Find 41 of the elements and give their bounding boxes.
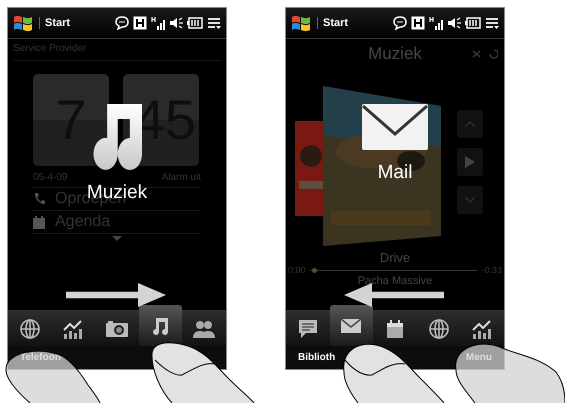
chat-bubble-icon [115,16,129,30]
speaker-icon [169,16,183,30]
calendar-icon [384,318,405,338]
envelope-icon [362,104,428,150]
left-softkey[interactable]: Biblioth [298,352,336,363]
music-title: Muziek [367,44,423,64]
hsdpa-icon [133,16,147,30]
speaker-icon [447,16,461,30]
artist-label: Pacha Massive [356,275,434,287]
envelope-icon [340,318,362,334]
signal-icon [151,16,165,30]
song-title: Drive [378,250,412,265]
menu-icon[interactable] [207,16,221,30]
globe-icon [18,318,41,340]
play-icon [465,156,475,168]
message-icon [296,318,319,340]
menu-icon[interactable] [485,16,499,30]
windows-flag-icon[interactable] [291,14,311,32]
tab[interactable] [330,305,374,346]
overlay-label: Mail [378,162,412,184]
start-label[interactable]: Start [317,17,348,29]
phone-icon [33,192,45,206]
battery-icon [187,17,203,29]
tab[interactable] [138,305,182,346]
start-label[interactable]: Start [39,17,70,29]
chat-bubble-icon [393,16,407,30]
down-caret-icon [465,197,475,203]
up-caret-icon [465,121,475,127]
battery-icon [465,17,481,29]
signal-icon [429,16,443,30]
music-note-icon [92,104,142,170]
left-arrow-icon [344,283,444,307]
people-icon [193,318,216,338]
right-arrow-icon [66,283,166,307]
camera-icon [104,318,129,338]
chart-icon [62,318,84,340]
windows-flag-icon[interactable] [13,14,33,32]
globe-icon [428,318,450,340]
chart-icon [471,318,494,340]
calendar-icon [33,216,45,228]
hsdpa-icon [411,16,425,30]
